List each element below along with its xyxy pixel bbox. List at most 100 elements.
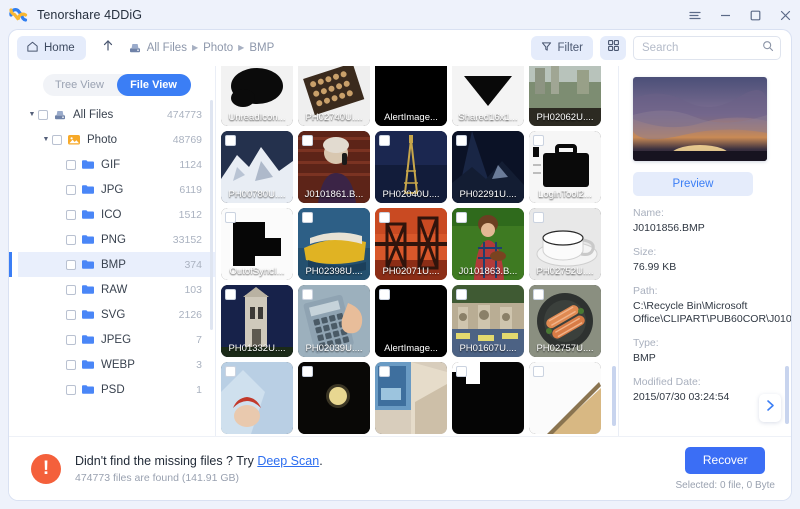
caret-down-icon[interactable]: ▼ [40,136,52,143]
file-tile[interactable]: AlertImage... [375,285,447,357]
file-checkbox[interactable] [302,366,313,377]
tree-item-bmp[interactable]: BMP 374 [9,252,215,277]
file-tile[interactable]: OutofSyncI... [221,208,293,280]
view-toggle[interactable]: Tree View File View [42,74,191,96]
tree-item-checkbox[interactable] [52,134,62,145]
tree-item-all files[interactable]: ▼ All Files 474773 [18,102,215,127]
file-tile[interactable]: PH02291U.... [452,131,524,203]
tree-item-jpeg[interactable]: JPEG 7 [18,327,215,352]
file-tile[interactable]: UnreadIcon... [221,66,293,126]
file-checkbox[interactable] [456,289,467,300]
file-checkbox[interactable] [225,366,236,377]
file-tile[interactable]: PH02071U.... [375,208,447,280]
tree-item-psd[interactable]: PSD 1 [18,377,215,402]
file-checkbox[interactable] [379,289,390,300]
preview-button[interactable]: Preview [633,172,753,196]
tree-item-jpg[interactable]: JPG 6119 [18,177,215,202]
tree-item-gif[interactable]: GIF 1124 [18,152,215,177]
file-checkbox[interactable] [456,366,467,377]
file-tile[interactable] [221,362,293,434]
next-file-button[interactable] [759,394,781,422]
tree-item-checkbox[interactable] [66,259,76,270]
breadcrumb-item-2[interactable]: BMP [249,42,274,54]
home-button[interactable]: Home [17,35,86,60]
breadcrumb-item-1[interactable]: Photo [203,42,233,54]
tree-item-ico[interactable]: ICO 1512 [18,202,215,227]
file-tile[interactable] [529,362,601,434]
search-input[interactable] [642,41,762,54]
file-checkbox[interactable] [456,212,467,223]
deep-scan-link[interactable]: Deep Scan [257,454,319,468]
tree-item-label: WEBP [101,358,135,371]
recover-button[interactable]: Recover [685,446,766,474]
file-view-tab[interactable]: File View [116,74,191,96]
file-checkbox[interactable] [225,212,236,223]
file-tile[interactable]: LoginTool2... [529,131,601,203]
file-checkbox[interactable] [456,135,467,146]
file-tile[interactable]: J0101861.B... [298,131,370,203]
up-button[interactable] [95,36,121,60]
tree-item-checkbox[interactable] [66,184,76,195]
search-box[interactable] [633,35,781,60]
caret-down-icon[interactable]: ▼ [26,111,38,118]
tree-item-checkbox[interactable] [66,234,76,245]
file-checkbox[interactable] [533,135,544,146]
file-tile[interactable]: PH02062U.... [529,66,601,126]
tree-item-photo[interactable]: ▼ Photo 48769 [18,127,215,152]
details-scrollbar[interactable] [785,366,789,424]
tree-view-tab[interactable]: Tree View [43,74,117,96]
file-grid-scrollbar[interactable] [612,366,616,426]
file-checkbox[interactable] [379,366,390,377]
tree-item-checkbox[interactable] [66,159,76,170]
file-tile[interactable]: AlertImage... [375,66,447,126]
file-tile[interactable]: PH01607U.... [452,285,524,357]
file-tile[interactable] [452,362,524,434]
tree-item-webp[interactable]: WEBP 3 [18,352,215,377]
file-tile[interactable]: PH01332U.... [221,285,293,357]
tree-item-checkbox[interactable] [66,309,76,320]
tree-item-checkbox[interactable] [66,209,76,220]
file-tile[interactable]: PH02752U.... [529,208,601,280]
file-tile[interactable] [298,362,370,434]
file-tile[interactable]: Shared16x1... [452,66,524,126]
file-tile[interactable]: J0101863.B... [452,208,524,280]
tree-item-checkbox[interactable] [66,359,76,370]
breadcrumb-item-0[interactable]: All Files [147,42,187,54]
file-checkbox[interactable] [302,135,313,146]
tree-item-raw[interactable]: RAW 103 [18,277,215,302]
file-checkbox[interactable] [533,212,544,223]
file-checkbox[interactable] [533,366,544,377]
tree-item-checkbox[interactable] [38,109,48,120]
file-checkbox[interactable] [225,289,236,300]
close-icon[interactable] [770,1,800,29]
file-checkbox[interactable] [379,135,390,146]
sidebar-scrollbar[interactable] [210,100,213,330]
file-tile[interactable]: PH02757U.... [529,285,601,357]
file-checkbox[interactable] [302,289,313,300]
search-icon[interactable] [762,39,774,57]
file-checkbox[interactable] [379,212,390,223]
tree-item-svg[interactable]: SVG 2126 [18,302,215,327]
file-checkbox[interactable] [225,135,236,146]
file-checkbox[interactable] [302,212,313,223]
file-tile[interactable]: PH02040U.... [375,131,447,203]
tree-item-checkbox[interactable] [66,334,76,345]
filter-label: Filter [557,41,583,54]
tree-item-checkbox[interactable] [66,384,76,395]
tree-item-checkbox[interactable] [66,284,76,295]
tree-item-count: 7 [196,333,202,346]
detail-value: BMP [633,352,656,364]
minimize-icon[interactable] [710,1,740,29]
file-tile[interactable]: PH02039U.... [298,285,370,357]
chevron-right-icon: ▶ [238,43,245,52]
filter-button[interactable]: Filter [531,35,593,60]
file-tile[interactable]: PH02740U.... [298,66,370,126]
file-checkbox[interactable] [533,289,544,300]
menu-icon[interactable] [680,1,710,29]
file-tile[interactable] [375,362,447,434]
grid-view-button[interactable] [600,35,626,60]
maximize-icon[interactable] [740,1,770,29]
file-tile[interactable]: PH00780U.... [221,131,293,203]
tree-item-png[interactable]: PNG 33152 [18,227,215,252]
file-tile[interactable]: PH02398U.... [298,208,370,280]
